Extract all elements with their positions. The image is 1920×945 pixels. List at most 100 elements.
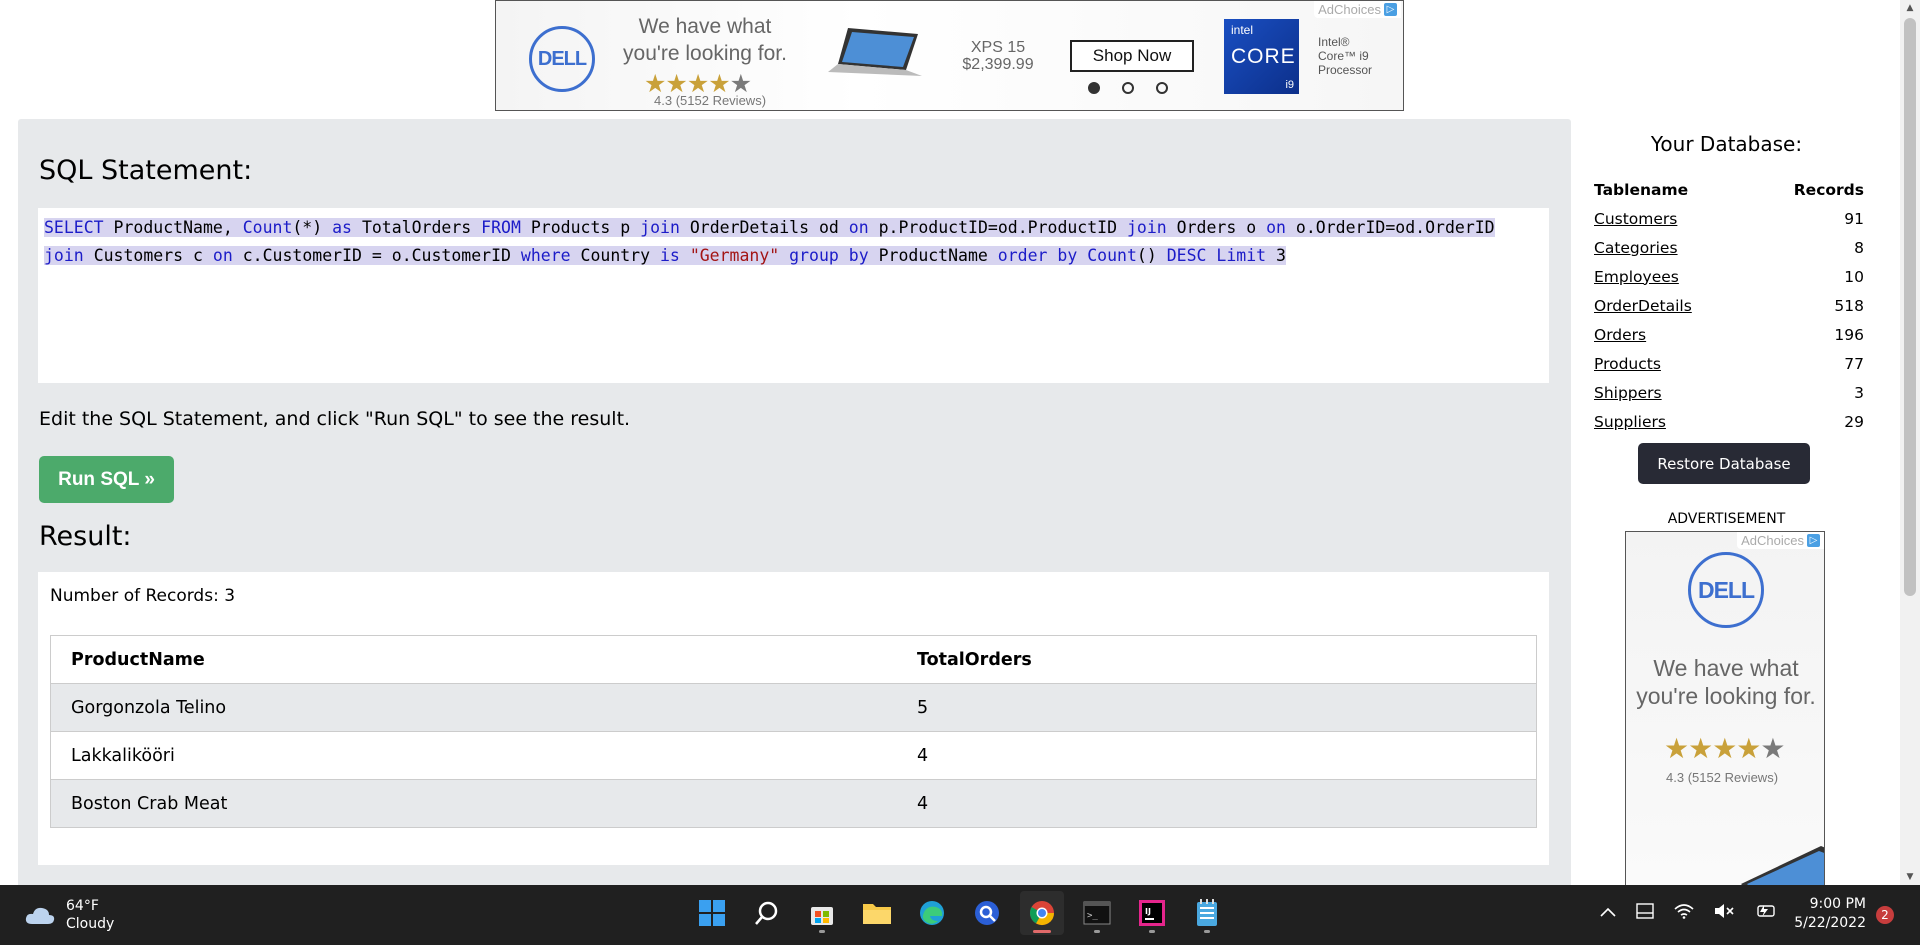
instructions-text: Edit the SQL Statement, and click "Run S… — [39, 408, 631, 430]
wifi-icon[interactable] — [1674, 903, 1694, 923]
sql-token: p — [620, 218, 631, 237]
table-link-orders[interactable]: Orders — [1594, 326, 1646, 344]
laptop-image — [1741, 846, 1824, 885]
file-explorer-icon[interactable] — [855, 891, 899, 935]
sql-code[interactable]: SELECT ProductName, Count(*) as TotalOrd… — [44, 214, 1544, 270]
shop-now-button[interactable]: Shop Now — [1070, 40, 1194, 72]
carousel-dot-2[interactable] — [1122, 82, 1134, 94]
database-header-row: Tablename Records — [1593, 175, 1865, 204]
sql-token: od — [818, 218, 839, 237]
sql-token: ProductName — [113, 218, 223, 237]
weather-widget[interactable]: 64°F Cloudy — [24, 897, 114, 933]
sql-token: CustomerID — [411, 246, 511, 265]
sql-punctuation — [680, 246, 690, 265]
sql-statement-heading: SQL Statement: — [39, 155, 253, 186]
restore-database-button[interactable]: Restore Database — [1638, 443, 1810, 484]
result-table: ProductName TotalOrders Gorgonzola Telin… — [50, 635, 1537, 828]
sql-keyword: as — [332, 218, 352, 237]
table-link-suppliers[interactable]: Suppliers — [1594, 413, 1666, 431]
table-link-orderdetails[interactable]: OrderDetails — [1594, 297, 1692, 315]
sql-token: OrderID — [1425, 218, 1495, 237]
laptop-image — [828, 28, 922, 76]
sql-token: ProductName — [878, 246, 988, 265]
table-link-categories[interactable]: Categories — [1594, 239, 1678, 257]
ad-product-name: XPS 15 — [970, 39, 1026, 56]
sql-punctuation — [571, 246, 581, 265]
sql-token: OrderID — [1315, 218, 1386, 237]
scrollbar-thumb[interactable] — [1904, 18, 1916, 596]
sql-punctuation — [183, 246, 193, 265]
weather-condition: Cloudy — [66, 916, 115, 932]
ad-rating: 4.3 (5152 Reviews) — [654, 93, 766, 108]
chrome-icon[interactable] — [1020, 891, 1064, 935]
database-table: Tablename Records Customers 91 Categories… — [1593, 175, 1865, 436]
ad-tagline-line-2: you're looking for. — [623, 42, 787, 65]
start-icon[interactable] — [690, 891, 734, 935]
top-banner-ad[interactable]: DELL We have what you're looking for. ★★… — [495, 0, 1404, 111]
sql-punctuation: . — [401, 246, 412, 265]
dell-logo: DELL — [1688, 552, 1764, 628]
notepad-icon[interactable] — [1185, 891, 1229, 935]
sql-editor[interactable]: SELECT ProductName, Count(*) as TotalOrd… — [38, 208, 1549, 383]
adchoices-label: AdChoices — [1741, 533, 1804, 548]
sql-punctuation — [1256, 218, 1266, 237]
result-container: Number of Records: 3 ProductName TotalOr… — [38, 572, 1549, 865]
table-header-row: ProductName TotalOrders — [50, 635, 1537, 684]
run-sql-button[interactable]: Run SQL » — [39, 456, 174, 503]
scroll-down-arrow-icon[interactable]: ▼ — [1900, 869, 1920, 885]
table-row: Gorgonzola Telino 5 — [50, 683, 1537, 732]
battery-icon[interactable] — [1754, 904, 1776, 922]
rating-stars-icon: ★★★★★ — [1664, 732, 1786, 765]
notification-badge[interactable]: 2 — [1876, 906, 1894, 924]
sql-punctuation: = — [987, 218, 998, 237]
adchoices-label: AdChoices — [1318, 2, 1381, 17]
sql-punctuation — [779, 246, 789, 265]
vertical-scrollbar[interactable]: ▲ ▼ — [1900, 0, 1920, 885]
terminal-icon[interactable]: >_ — [1075, 891, 1119, 935]
sql-keyword: by — [848, 246, 869, 265]
record-count-value: 3 — [224, 586, 236, 606]
database-row: OrderDetails 518 — [1593, 291, 1865, 320]
browser-page: DELL We have what you're looking for. ★★… — [0, 0, 1900, 885]
scroll-up-arrow-icon[interactable]: ▲ — [1900, 0, 1920, 16]
result-heading: Result: — [39, 521, 132, 552]
intel-core: CORE — [1231, 45, 1296, 68]
sql-punctuation — [471, 218, 481, 237]
table-link-customers[interactable]: Customers — [1594, 210, 1677, 228]
chevron-up-icon[interactable] — [1600, 905, 1616, 921]
database-row: Customers 91 — [1593, 204, 1865, 233]
sql-punctuation: . — [888, 218, 899, 237]
sql-keyword: where — [520, 246, 571, 265]
search-icon[interactable] — [745, 891, 789, 935]
sql-punctuation — [1077, 246, 1087, 265]
sql-token: Country — [580, 246, 651, 265]
table-link-employees[interactable]: Employees — [1594, 268, 1679, 286]
sql-punctuation — [869, 246, 879, 265]
edge-icon[interactable] — [910, 891, 954, 935]
table-row: Boston Crab Meat 4 — [50, 779, 1537, 828]
sql-token: Customers — [93, 246, 184, 265]
sidebar-ad[interactable]: AdChoices ▷ DELL We have what you're loo… — [1625, 531, 1825, 885]
sql-keyword: on — [212, 246, 233, 265]
app-icon[interactable] — [965, 891, 1009, 935]
intel-core-logo: intel CORE i9 — [1224, 19, 1299, 94]
store-icon[interactable] — [800, 891, 844, 935]
carousel-dot-3[interactable] — [1156, 82, 1168, 94]
intel-caption: Intel® Core™ i9 Processor — [1318, 35, 1398, 77]
sql-token: ProductID — [1027, 218, 1118, 237]
table-link-shippers[interactable]: Shippers — [1594, 384, 1662, 402]
intellij-icon[interactable]: IJ — [1130, 891, 1174, 935]
record-count-label: Number of Records: — [50, 586, 219, 606]
advertisement-label: ADVERTISEMENT — [1667, 511, 1786, 527]
clock[interactable]: 9:00 PM 5/22/2022 — [1790, 895, 1866, 933]
volume-muted-icon[interactable] — [1714, 903, 1734, 923]
adchoices-link[interactable]: AdChoices ▷ — [1737, 532, 1824, 549]
record-count-cell: 29 — [1844, 412, 1864, 431]
clock-date: 5/22/2022 — [1794, 915, 1866, 931]
display-icon[interactable] — [1636, 903, 1654, 923]
taskbar-apps: >_ IJ — [690, 891, 1229, 935]
adchoices-link[interactable]: AdChoices ▷ — [1314, 1, 1401, 18]
carousel-dot-1[interactable] — [1088, 82, 1100, 94]
sql-punctuation — [352, 218, 362, 237]
table-link-products[interactable]: Products — [1594, 355, 1661, 373]
